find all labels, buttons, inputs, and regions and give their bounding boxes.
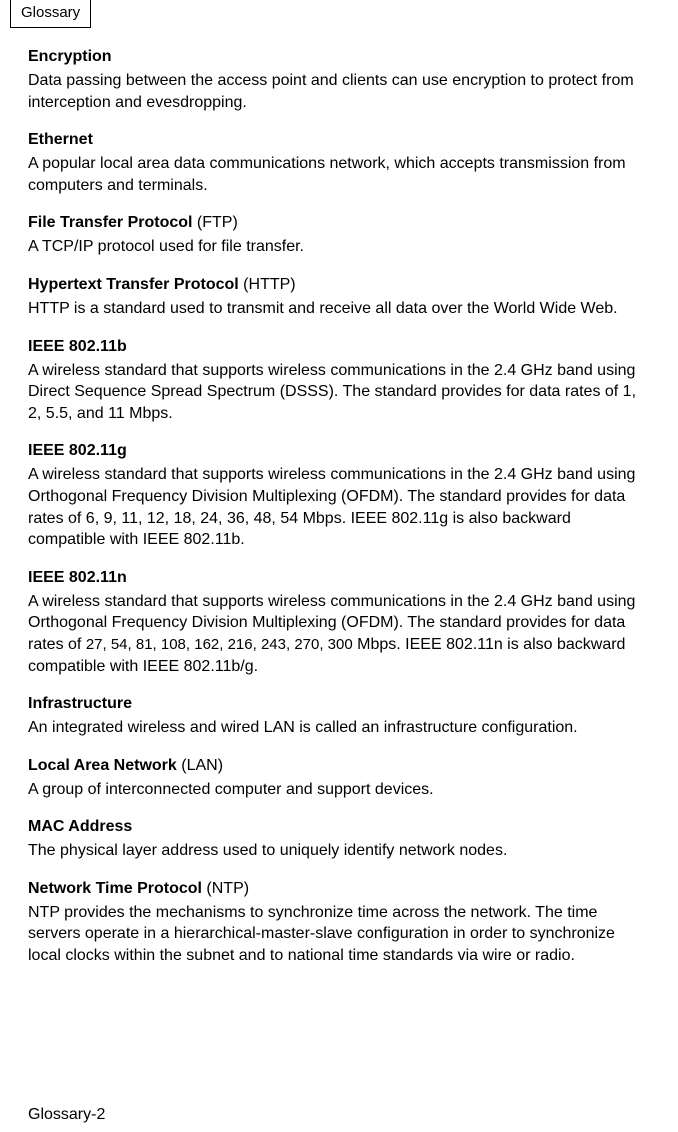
term-text: IEEE 802.11b bbox=[28, 338, 127, 355]
term-text: Local Area Network bbox=[28, 757, 177, 774]
term-text: IEEE 802.11n bbox=[28, 569, 127, 586]
term-definition: A wireless standard that supports wirele… bbox=[28, 464, 650, 550]
term-text: IEEE 802.11g bbox=[28, 442, 127, 459]
term-text: Hypertext Transfer Protocol bbox=[28, 276, 239, 293]
glossary-entry: File Transfer Protocol (FTP) A TCP/IP pr… bbox=[28, 214, 650, 258]
term-abbr: (FTP) bbox=[192, 214, 237, 231]
glossary-entry: Local Area Network (LAN) A group of inte… bbox=[28, 757, 650, 801]
page-number: Glossary-2 bbox=[28, 1106, 105, 1124]
term-text: File Transfer Protocol bbox=[28, 214, 192, 231]
term-text: Network Time Protocol bbox=[28, 880, 202, 897]
glossary-entry: IEEE 802.11g A wireless standard that su… bbox=[28, 442, 650, 550]
term-definition: NTP provides the mechanisms to synchroni… bbox=[28, 902, 650, 967]
term-definition: A group of interconnected computer and s… bbox=[28, 779, 650, 801]
glossary-content: Encryption Data passing between the acce… bbox=[0, 28, 678, 967]
term-text: MAC Address bbox=[28, 818, 132, 835]
term-heading: Network Time Protocol (NTP) bbox=[28, 880, 650, 898]
term-definition: A wireless standard that supports wirele… bbox=[28, 360, 650, 425]
glossary-entry: Infrastructure An integrated wireless an… bbox=[28, 695, 650, 739]
glossary-entry: MAC Address The physical layer address u… bbox=[28, 818, 650, 862]
term-heading: IEEE 802.11n bbox=[28, 569, 650, 587]
section-tab: Glossary bbox=[10, 0, 91, 28]
glossary-entry: IEEE 802.11n A wireless standard that su… bbox=[28, 569, 650, 677]
term-definition: A popular local area data communications… bbox=[28, 153, 650, 196]
glossary-entry: Ethernet A popular local area data commu… bbox=[28, 131, 650, 196]
term-heading: IEEE 802.11g bbox=[28, 442, 650, 460]
term-heading: File Transfer Protocol (FTP) bbox=[28, 214, 650, 232]
term-definition: A TCP/IP protocol used for file transfer… bbox=[28, 236, 650, 258]
glossary-entry: Hypertext Transfer Protocol (HTTP) HTTP … bbox=[28, 276, 650, 320]
term-abbr: (LAN) bbox=[177, 757, 223, 774]
term-heading: Hypertext Transfer Protocol (HTTP) bbox=[28, 276, 650, 294]
term-heading: Local Area Network (LAN) bbox=[28, 757, 650, 775]
term-heading: IEEE 802.11b bbox=[28, 338, 650, 356]
term-text: Ethernet bbox=[28, 131, 93, 148]
term-heading: Ethernet bbox=[28, 131, 650, 149]
term-definition: The physical layer address used to uniqu… bbox=[28, 840, 650, 862]
definition-rates: 27, 54, 81, 108, 162, 216, 243, 270, 300 bbox=[86, 636, 353, 653]
glossary-entry: Encryption Data passing between the acce… bbox=[28, 48, 650, 113]
glossary-entry: Network Time Protocol (NTP) NTP provides… bbox=[28, 880, 650, 967]
term-heading: Infrastructure bbox=[28, 695, 650, 713]
glossary-entry: IEEE 802.11b A wireless standard that su… bbox=[28, 338, 650, 425]
term-abbr: (NTP) bbox=[202, 880, 249, 897]
term-definition: HTTP is a standard used to transmit and … bbox=[28, 298, 650, 320]
term-definition: An integrated wireless and wired LAN is … bbox=[28, 717, 650, 739]
term-definition: Data passing between the access point an… bbox=[28, 70, 650, 113]
term-text: Infrastructure bbox=[28, 695, 132, 712]
term-definition: A wireless standard that supports wirele… bbox=[28, 591, 650, 677]
term-heading: Encryption bbox=[28, 48, 650, 66]
term-text: Encryption bbox=[28, 48, 112, 65]
term-abbr: (HTTP) bbox=[239, 276, 296, 293]
term-heading: MAC Address bbox=[28, 818, 650, 836]
